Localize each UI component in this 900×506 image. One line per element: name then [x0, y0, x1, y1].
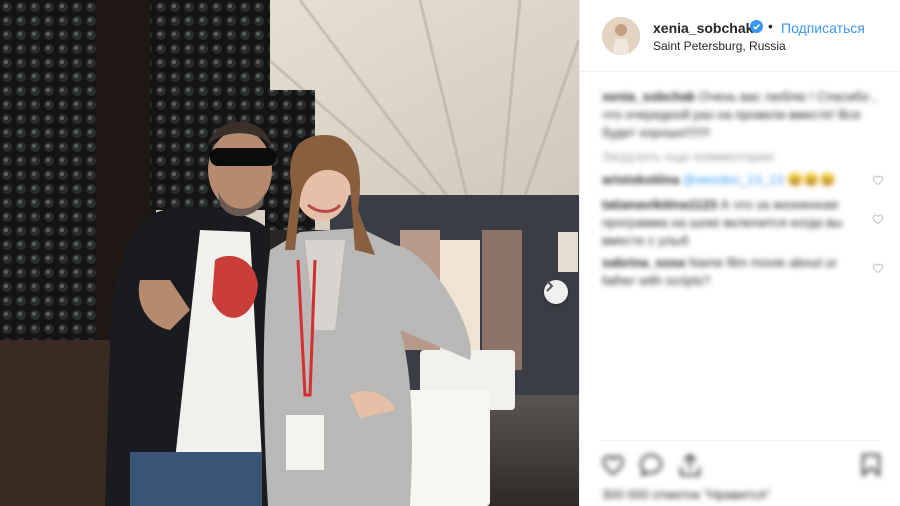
- share-icon[interactable]: [677, 452, 703, 478]
- chevron-right-icon: [546, 280, 554, 292]
- username-link[interactable]: xenia_sobchak: [653, 20, 753, 36]
- avatar[interactable]: [602, 17, 640, 55]
- comment-text: 😄😄😄: [787, 172, 836, 187]
- comment-author[interactable]: sabrina_sosa: [602, 255, 685, 270]
- location-link[interactable]: Saint Petersburg, Russia: [653, 39, 786, 53]
- avatar-image: [602, 17, 640, 55]
- comment-item: tatianavikitina1123 А что за жизненная п…: [602, 196, 864, 250]
- comment-like-icon[interactable]: [872, 174, 884, 186]
- comment-mention[interactable]: @wesdoc_13_13: [683, 172, 784, 187]
- actions-divider: [602, 440, 878, 441]
- post-side-panel: xenia_sobchak • Подписаться Saint Peters…: [579, 0, 900, 506]
- speech-bubble-icon[interactable]: [638, 452, 664, 478]
- likes-count[interactable]: 300 000 отметок "Нравится": [602, 487, 770, 502]
- comment-item: sabrina_sosa Name film movie about ur fa…: [602, 254, 864, 290]
- load-more-comments-button[interactable]: Загрузить еще комментарии: [602, 149, 774, 164]
- post-header: xenia_sobchak • Подписаться Saint Peters…: [580, 0, 900, 72]
- comment-author[interactable]: tatianavikitina1123: [602, 197, 717, 212]
- bookmark-icon[interactable]: [858, 452, 884, 478]
- post-photo[interactable]: [0, 0, 579, 506]
- heart-icon[interactable]: [600, 452, 626, 478]
- verified-badge-icon: [750, 20, 763, 33]
- comment-like-icon[interactable]: [872, 213, 884, 225]
- comment-item: aristokotiina @wesdoc_13_13 😄😄😄: [602, 171, 864, 189]
- separator-dot: •: [768, 18, 773, 34]
- next-photo-button[interactable]: [544, 280, 568, 304]
- comment-like-icon[interactable]: [872, 262, 884, 274]
- comment-author[interactable]: aristokotiina: [602, 172, 679, 187]
- follow-button[interactable]: Подписаться: [781, 20, 865, 36]
- post-caption: xenia_sobchak Очень вас люблю ! Спасибо …: [602, 88, 884, 142]
- photo-image: [0, 0, 579, 506]
- caption-author[interactable]: xenia_sobchak: [602, 89, 695, 104]
